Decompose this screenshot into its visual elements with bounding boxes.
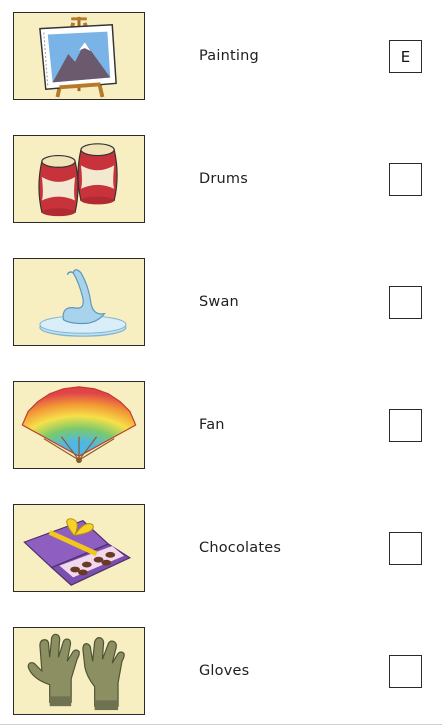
item-row-chocolates: Chocolates [0, 504, 442, 594]
drums-icon [38, 143, 118, 217]
item-label: Painting [199, 48, 259, 64]
answer-box[interactable] [389, 532, 422, 565]
item-row-painting: Painting E [0, 12, 442, 102]
chocolate-box-icon [23, 518, 132, 586]
answer-box[interactable] [389, 409, 422, 442]
hand-fan-icon [21, 386, 137, 464]
item-label: Fan [199, 417, 225, 433]
item-label: Swan [199, 294, 239, 310]
item-row-gloves: Gloves [0, 627, 442, 717]
gloves-icon [27, 633, 125, 711]
painting-easel-icon [39, 16, 117, 98]
swan-image [13, 258, 145, 346]
fan-image [13, 381, 145, 469]
item-row-drums: Drums [0, 135, 442, 225]
chocolates-image [13, 504, 145, 592]
painting-image [13, 12, 145, 100]
answer-box[interactable]: E [389, 40, 422, 73]
item-label: Gloves [199, 663, 250, 679]
item-row-fan: Fan [0, 381, 442, 471]
item-label: Drums [199, 171, 248, 187]
item-row-swan: Swan [0, 258, 442, 348]
item-label: Chocolates [199, 540, 282, 556]
drums-image [13, 135, 145, 223]
gloves-image [13, 627, 145, 715]
answer-box[interactable] [389, 655, 422, 688]
answer-box[interactable] [389, 163, 422, 196]
bottom-divider [0, 724, 442, 725]
glass-swan-icon [39, 269, 127, 337]
answer-box[interactable] [389, 286, 422, 319]
